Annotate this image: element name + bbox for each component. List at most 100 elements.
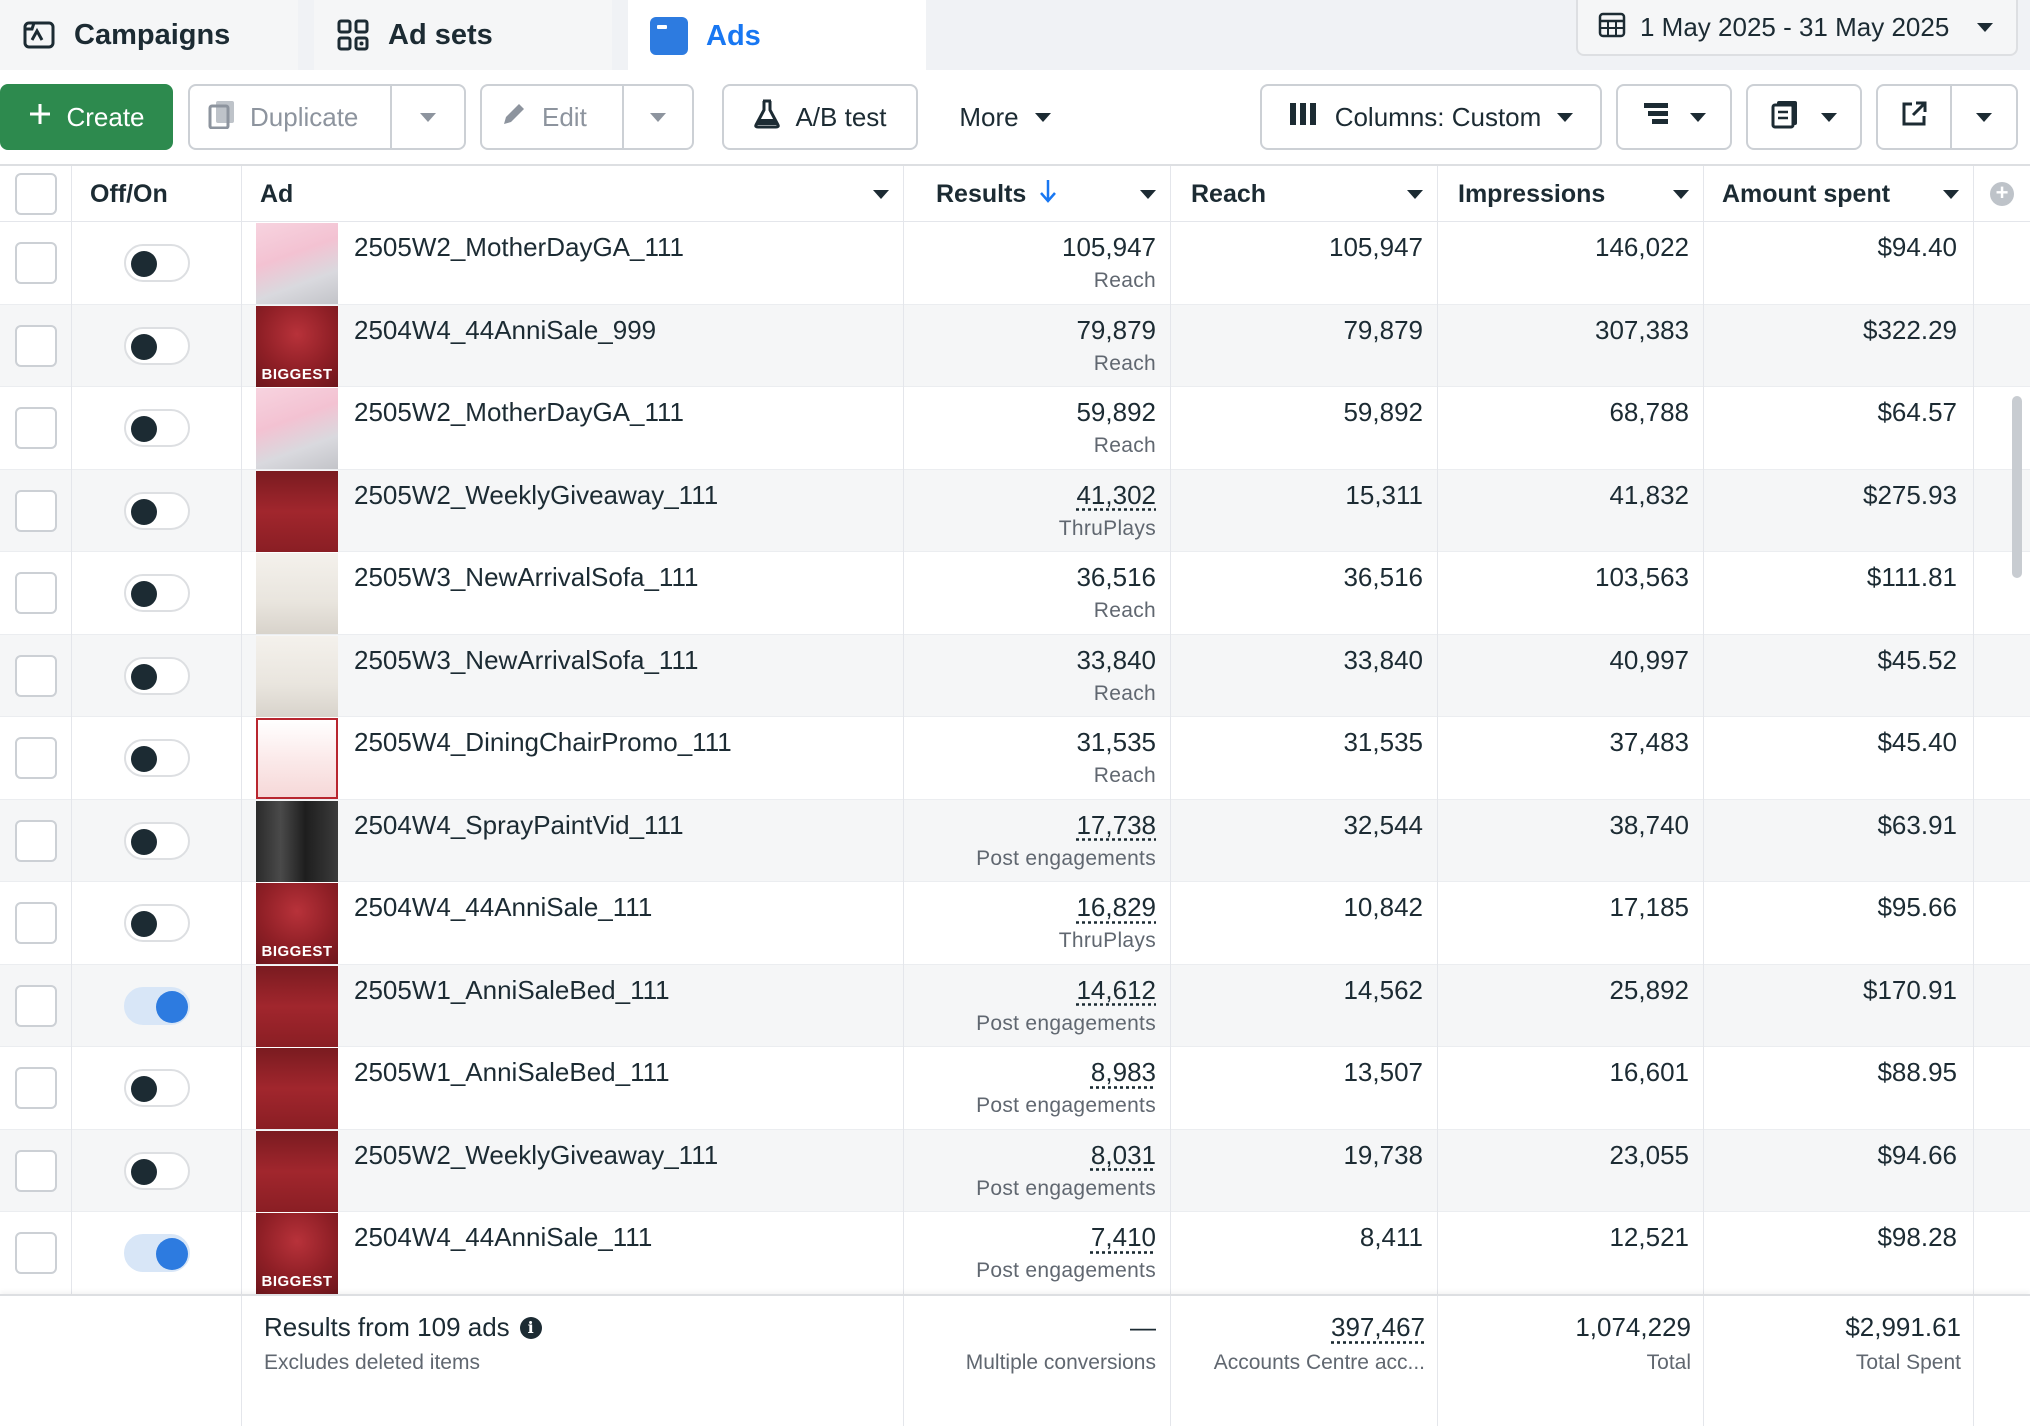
results-value[interactable]: 16,829 (904, 892, 1156, 923)
ad-thumbnail[interactable] (256, 635, 338, 717)
row-checkbox[interactable] (14, 242, 57, 285)
ad-thumbnail[interactable] (256, 553, 338, 634)
ad-thumbnail[interactable]: BIGGEST (256, 305, 338, 387)
columns-button[interactable]: Columns: Custom (1260, 84, 1602, 150)
tab-campaigns[interactable]: Campaigns (0, 0, 298, 70)
tab-ads[interactable]: Ads (628, 0, 926, 72)
table-row[interactable]: 2505W2_MotherDayGA_111 105,947 Reach 105,94… (0, 222, 2030, 305)
ad-status-toggle[interactable] (123, 326, 190, 365)
row-checkbox[interactable] (14, 654, 57, 697)
ad-thumbnail[interactable]: BIGGEST (256, 1213, 338, 1294)
row-checkbox[interactable] (14, 902, 57, 945)
results-value[interactable]: 8,983 (904, 1057, 1156, 1088)
table-row[interactable]: 2505W2_WeeklyGiveaway_111 8,031 Post engag… (0, 1129, 2030, 1212)
column-header-amount-spent[interactable]: Amount spent (1704, 166, 1974, 222)
ad-name[interactable]: 2505W3_NewArrivalSofa_111 (354, 645, 698, 676)
ad-status-toggle[interactable] (123, 821, 190, 860)
ad-status-toggle[interactable] (123, 1151, 190, 1190)
ad-status-toggle[interactable] (123, 986, 190, 1025)
ad-name[interactable]: 2505W2_WeeklyGiveaway_111 (354, 1140, 718, 1171)
more-button[interactable]: More (940, 84, 1070, 150)
ad-thumbnail[interactable] (256, 470, 338, 552)
table-row[interactable]: 2505W1_AnniSaleBed_111 8,983 Post engageme… (0, 1047, 2030, 1130)
ad-name[interactable]: 2504W4_44AnniSale_999 (354, 315, 656, 346)
ad-thumbnail[interactable]: BIGGEST (256, 883, 338, 964)
table-row[interactable]: BIGGEST 2504W4_44AnniSale_111 16,829 ThruPl… (0, 882, 2030, 965)
summary-reach-value[interactable]: 397,467 (1171, 1312, 1425, 1343)
ad-name[interactable]: 2505W1_AnniSaleBed_111 (354, 975, 670, 1006)
table-row[interactable]: 2505W1_AnniSaleBed_111 14,612 Post engagem… (0, 964, 2030, 1047)
column-header-results[interactable]: Results (904, 166, 1171, 222)
ad-thumbnail[interactable] (256, 1130, 338, 1212)
ad-name[interactable]: 2505W3_NewArrivalSofa_111 (354, 562, 698, 593)
chevron-down-icon[interactable] (1943, 190, 1959, 199)
ad-name[interactable]: 2505W4_DiningChairPromo_111 (354, 727, 732, 758)
date-range-picker[interactable]: 1 May 2025 - 31 May 2025 (1576, 0, 2018, 56)
ad-name[interactable]: 2504W4_44AnniSale_111 (354, 1222, 652, 1253)
row-checkbox[interactable] (14, 819, 57, 862)
ad-status-toggle[interactable] (123, 904, 190, 943)
ad-name[interactable]: 2505W2_WeeklyGiveaway_111 (354, 480, 718, 511)
chevron-down-icon[interactable] (1407, 190, 1423, 199)
ad-status-toggle[interactable] (123, 1069, 190, 1108)
duplicate-button[interactable]: Duplicate (190, 86, 390, 148)
column-header-impressions[interactable]: Impressions (1438, 166, 1704, 222)
chevron-down-icon[interactable] (873, 190, 889, 199)
results-value[interactable]: 7,410 (904, 1222, 1156, 1253)
ad-status-toggle[interactable] (123, 491, 190, 530)
ad-name[interactable]: 2504W4_SprayPaintVid_111 (354, 810, 684, 841)
ad-status-toggle[interactable] (123, 244, 190, 283)
row-checkbox[interactable] (14, 737, 57, 780)
row-checkbox[interactable] (14, 1232, 57, 1275)
create-button[interactable]: Create (0, 84, 173, 150)
ad-name[interactable]: 2505W2_MotherDayGA_111 (354, 232, 684, 263)
table-row[interactable]: 2505W4_DiningChairPromo_111 31,535 Reach 31… (0, 717, 2030, 800)
ad-name[interactable]: 2505W1_AnniSaleBed_111 (354, 1057, 670, 1088)
row-checkbox[interactable] (14, 984, 57, 1027)
row-checkbox[interactable] (14, 1067, 57, 1110)
table-row[interactable]: BIGGEST 2504W4_44AnniSale_999 79,879 Reach 7… (0, 304, 2030, 387)
row-checkbox[interactable] (14, 324, 57, 367)
ad-thumbnail[interactable] (256, 1048, 338, 1129)
export-options-button[interactable] (1952, 86, 2016, 148)
results-value[interactable]: 17,738 (904, 810, 1156, 841)
edit-button[interactable]: Edit (482, 86, 622, 148)
ab-test-button[interactable]: A/B test (722, 84, 918, 150)
ad-name[interactable]: 2505W2_MotherDayGA_111 (354, 397, 684, 428)
export-button[interactable] (1878, 86, 1950, 148)
table-row[interactable]: 2505W2_MotherDayGA_111 59,892 Reach 59,892 6… (0, 387, 2030, 470)
reports-button[interactable] (1746, 84, 1862, 150)
info-icon[interactable]: i (519, 1316, 542, 1339)
ad-thumbnail[interactable] (256, 223, 338, 304)
tab-ad-sets[interactable]: Ad sets (314, 0, 612, 70)
edit-options-button[interactable] (624, 86, 692, 148)
row-checkbox[interactable] (14, 407, 57, 450)
row-checkbox[interactable] (14, 489, 57, 532)
table-row[interactable]: 2505W3_NewArrivalSofa_111 36,516 Reach 36,5… (0, 552, 2030, 635)
ad-name[interactable]: 2504W4_44AnniSale_111 (354, 892, 652, 923)
chevron-down-icon[interactable] (1140, 190, 1156, 199)
row-checkbox[interactable] (14, 572, 57, 615)
ad-thumbnail[interactable] (256, 800, 338, 882)
chevron-down-icon[interactable] (1673, 190, 1689, 199)
results-value[interactable]: 8,031 (904, 1140, 1156, 1171)
column-header-reach[interactable]: Reach (1171, 166, 1438, 222)
vertical-scrollbar[interactable] (2012, 396, 2022, 578)
ad-thumbnail[interactable] (256, 718, 338, 799)
row-checkbox[interactable] (14, 1149, 57, 1192)
table-row[interactable]: 2505W3_NewArrivalSofa_111 33,840 Reach 33,8… (0, 634, 2030, 717)
table-row[interactable]: BIGGEST 2504W4_44AnniSale_111 7,410 Post en… (0, 1212, 2030, 1294)
select-all-checkbox[interactable] (14, 173, 57, 215)
breakdown-button[interactable] (1616, 84, 1732, 150)
ad-status-toggle[interactable] (123, 656, 190, 695)
column-header-ad[interactable]: Ad (242, 166, 904, 222)
results-value[interactable]: 41,302 (904, 480, 1156, 511)
ad-thumbnail[interactable] (256, 388, 338, 469)
add-column-button[interactable]: + (1974, 166, 2030, 222)
results-value[interactable]: 14,612 (904, 975, 1156, 1006)
ad-status-toggle[interactable] (123, 409, 190, 448)
table-row[interactable]: 2504W4_SprayPaintVid_111 17,738 Post engag… (0, 799, 2030, 882)
ad-status-toggle[interactable] (123, 1234, 190, 1273)
ad-thumbnail[interactable] (256, 965, 338, 1047)
ad-status-toggle[interactable] (123, 739, 190, 778)
